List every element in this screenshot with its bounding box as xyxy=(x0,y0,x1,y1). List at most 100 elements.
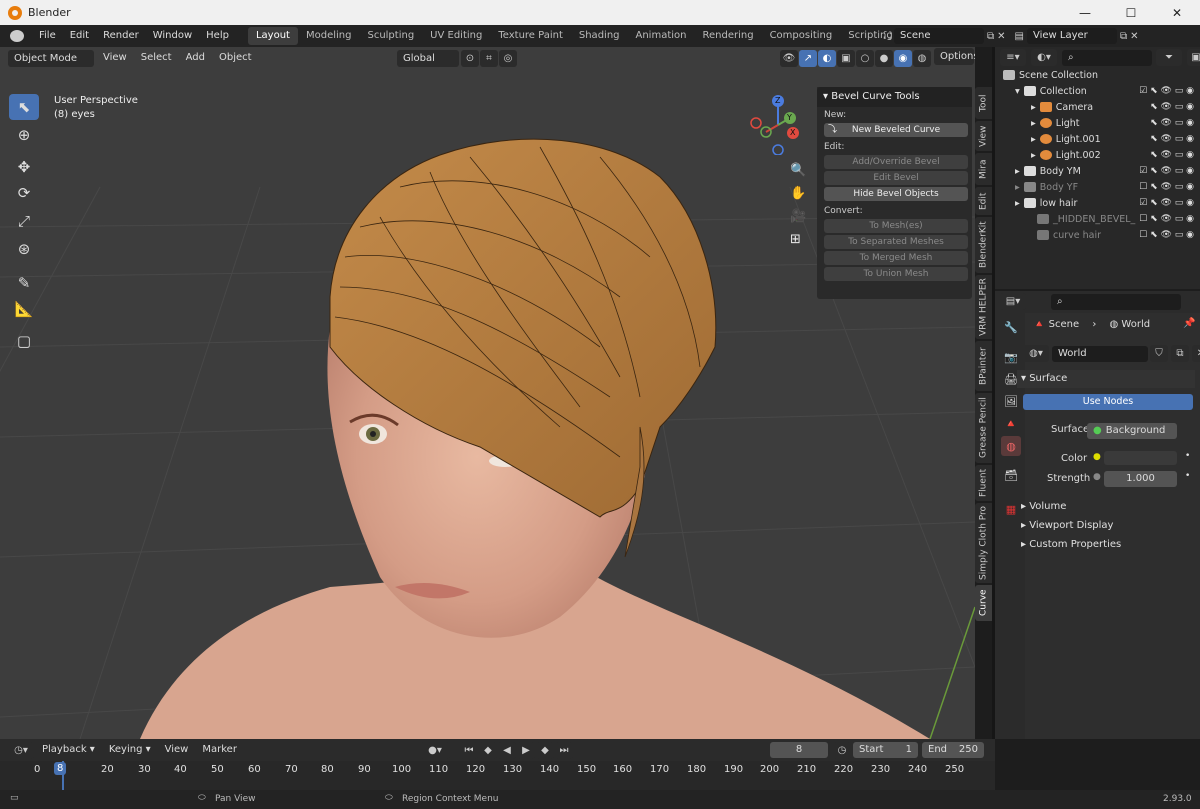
zoom-icon[interactable]: 🔍 xyxy=(790,163,806,178)
tab-blenderkit[interactable]: BlenderKit xyxy=(975,217,992,273)
outliner-row[interactable]: ▸ low hair ☑ ⬉ 👁 ▭ ◉ xyxy=(995,195,1200,211)
duplicate-world-icon[interactable]: ⧉ xyxy=(1171,345,1189,362)
view-layer-remove-icon[interactable]: ✕ xyxy=(1130,31,1138,42)
scene-copy-icon[interactable]: ⧉ xyxy=(987,31,994,42)
viewport-display-panel-header[interactable]: ▸ Viewport Display xyxy=(1021,516,1121,535)
proportional-edit-icon[interactable]: ◎ xyxy=(499,49,517,67)
tab-vrm-helper[interactable]: VRM HELPER xyxy=(975,275,992,339)
tab-rendering[interactable]: Rendering xyxy=(694,27,761,45)
tab-simply-cloth-pro[interactable]: Simply Cloth Pro xyxy=(975,503,992,583)
end-frame-field[interactable]: End 250 xyxy=(922,742,984,758)
start-frame-field[interactable]: Start 1 xyxy=(853,742,918,758)
tab-edit[interactable]: Edit xyxy=(975,187,992,215)
new-beveled-curve-button[interactable]: ⤵ New Beveled Curve xyxy=(824,123,968,137)
blender-menu-icon[interactable] xyxy=(10,30,24,42)
row-toggles[interactable]: ⬉ 👁 ▭ ◉ xyxy=(1150,102,1194,112)
tab-layout[interactable]: Layout xyxy=(247,27,298,45)
transform-tool-icon[interactable]: ⊛ xyxy=(9,236,39,262)
display-mode-icon[interactable]: ◐▾ xyxy=(1031,49,1057,66)
color-swatch[interactable] xyxy=(1104,451,1177,465)
tab-compositing[interactable]: Compositing xyxy=(762,27,841,45)
row-toggles[interactable]: ☐ ⬉ 👁 ▭ ◉ xyxy=(1139,182,1194,192)
record-button[interactable]: ●▾ xyxy=(420,742,450,759)
menu-help[interactable]: Help xyxy=(199,25,236,47)
camera-view-icon[interactable]: 🎥 xyxy=(790,209,806,224)
outliner-row[interactable]: curve hair ☐ ⬉ 👁 ▭ ◉ xyxy=(995,227,1200,243)
unlink-world-icon[interactable]: ✕ xyxy=(1192,345,1200,362)
scene-tab-icon[interactable]: 🔺 xyxy=(1001,413,1021,433)
measure-tool-icon[interactable]: 📐 xyxy=(9,296,39,322)
snap-icon[interactable]: ⌗ xyxy=(480,49,498,67)
outliner-row[interactable]: ▸ Body YF ☐ ⬉ 👁 ▭ ◉ xyxy=(995,179,1200,195)
tab-animation[interactable]: Animation xyxy=(628,27,695,45)
world-tab-icon[interactable]: ◍ xyxy=(1001,436,1021,456)
pan-hand-icon[interactable]: ✋ xyxy=(790,186,806,201)
row-toggles[interactable]: ⬉ 👁 ▭ ◉ xyxy=(1150,150,1194,160)
outliner-row[interactable]: ▸ Light.002 ⬉ 👁 ▭ ◉ xyxy=(995,147,1200,163)
solid-shading-icon[interactable]: ● xyxy=(875,49,893,67)
properties-search-input[interactable]: ⌕ xyxy=(1051,293,1181,310)
tab-fluent[interactable]: Fluent xyxy=(975,465,992,501)
color-keyframe-icon[interactable]: • xyxy=(1185,451,1190,461)
tab-sculpting[interactable]: Sculpting xyxy=(359,27,422,45)
volume-panel-header[interactable]: ▸ Volume xyxy=(1021,497,1121,516)
material-shading-icon[interactable]: ◉ xyxy=(894,49,912,67)
annotate-tool-icon[interactable]: ✎ xyxy=(9,270,39,296)
viewport-menu-add[interactable]: Add xyxy=(179,47,212,69)
to-union-mesh-button[interactable]: To Union Mesh xyxy=(824,267,968,281)
add-cube-tool-icon[interactable]: ▢ xyxy=(9,328,39,354)
scene-remove-icon[interactable]: ✕ xyxy=(997,31,1005,42)
to-merged-mesh-button[interactable]: To Merged Mesh xyxy=(824,251,968,265)
row-toggles[interactable]: ⬉ 👁 ▭ ◉ xyxy=(1150,118,1194,128)
outliner-row[interactable]: ▸ Light.001 ⬉ 👁 ▭ ◉ xyxy=(995,131,1200,147)
visibility-icon[interactable]: 👁 xyxy=(780,49,798,67)
tab-view[interactable]: View xyxy=(975,121,992,151)
next-keyframe-icon[interactable]: ◆ xyxy=(536,742,554,759)
preview-range-icon[interactable]: ◷ xyxy=(833,742,851,759)
viewport-menu-select[interactable]: Select xyxy=(134,47,179,69)
timeline-menu-marker[interactable]: Marker xyxy=(195,739,244,761)
rotate-tool-icon[interactable]: ⟳ xyxy=(9,180,39,206)
tab-texture-paint[interactable]: Texture Paint xyxy=(490,27,571,45)
ortho-grid-icon[interactable]: ⊞ xyxy=(790,232,806,247)
transform-orientation-dropdown[interactable]: Global xyxy=(397,49,459,67)
minimize-button[interactable]: — xyxy=(1062,0,1108,25)
fake-user-icon[interactable]: ⛉ xyxy=(1150,345,1168,362)
row-toggles[interactable]: ☐ ⬉ 👁 ▭ ◉ xyxy=(1139,214,1194,224)
timeline-menu-view[interactable]: View xyxy=(158,739,196,761)
outliner-row[interactable]: ▾ Collection ☑ ⬉ 👁 ▭ ◉ xyxy=(995,83,1200,99)
add-override-bevel-button[interactable]: Add/Override Bevel xyxy=(824,155,968,169)
timeline-editor-type-icon[interactable]: ◷▾ xyxy=(8,741,34,759)
menu-render[interactable]: Render xyxy=(96,25,146,47)
cursor-tool-icon[interactable]: ⊕ xyxy=(9,122,39,148)
surface-panel-header[interactable]: ▾ Surface xyxy=(1017,370,1195,388)
edit-bevel-button[interactable]: Edit Bevel xyxy=(824,171,968,185)
wireframe-shading-icon[interactable]: ○ xyxy=(856,49,874,67)
scene-selector[interactable]: Scene xyxy=(894,28,984,44)
to-meshes-button[interactable]: To Mesh(es) xyxy=(824,219,968,233)
outliner-row[interactable]: ▸ Light ⬉ 👁 ▭ ◉ xyxy=(995,115,1200,131)
timeline-menu-playback[interactable]: Playback ▾ xyxy=(35,739,102,761)
menu-file[interactable]: File xyxy=(32,25,63,47)
maximize-button[interactable]: ☐ xyxy=(1108,0,1154,25)
tool-tab-icon[interactable]: 🔧 xyxy=(1001,317,1021,337)
texture-tab-icon[interactable]: ▦ xyxy=(1001,499,1021,519)
pin-icon[interactable]: 📌 xyxy=(1183,318,1195,329)
view-layer-copy-icon[interactable]: ⧉ xyxy=(1120,31,1127,42)
strength-field[interactable]: 1.000 xyxy=(1104,471,1177,487)
select-tool-icon[interactable]: ⬉ xyxy=(9,94,39,120)
view-layer-selector[interactable]: View Layer xyxy=(1026,28,1117,44)
collection-tab-icon[interactable]: 🗃 xyxy=(1001,465,1021,485)
tab-shading[interactable]: Shading xyxy=(571,27,628,45)
navigation-gizmo[interactable]: Z Y X xyxy=(748,95,808,156)
outliner-row[interactable]: _HIDDEN_BEVEL_ ☐ ⬉ 👁 ▭ ◉ xyxy=(995,211,1200,227)
editor-type-icon[interactable]: ≡▾ xyxy=(1000,49,1026,66)
tab-modeling[interactable]: Modeling xyxy=(298,27,360,45)
render-tab-icon[interactable]: 📷 xyxy=(1001,347,1021,367)
tab-uv-editing[interactable]: UV Editing xyxy=(422,27,490,45)
color-socket-icon[interactable]: ● xyxy=(1093,452,1101,462)
row-toggles[interactable]: ☑ ⬉ 👁 ▭ ◉ xyxy=(1139,198,1194,208)
view-layer-tab-icon[interactable]: 🖼 xyxy=(1001,391,1021,411)
world-name-field[interactable]: World xyxy=(1052,345,1148,362)
jump-end-icon[interactable]: ⏭ xyxy=(555,742,573,759)
